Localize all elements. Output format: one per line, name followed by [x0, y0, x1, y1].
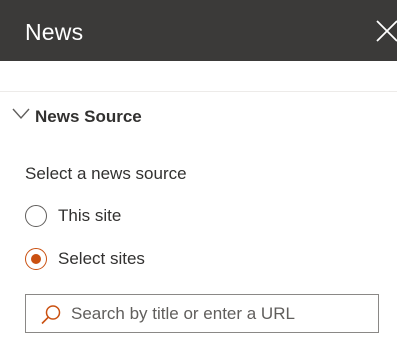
news-source-label: Select a news source	[25, 164, 187, 183]
search-icon	[41, 305, 61, 325]
section-divider	[0, 91, 397, 92]
radio-label-select-sites: Select sites	[58, 249, 145, 268]
radio-selected-dot	[31, 254, 41, 264]
close-icon	[376, 20, 397, 42]
radio-label-this-site: This site	[58, 206, 122, 225]
search-input[interactable]	[71, 295, 371, 332]
news-source-section-toggle[interactable]: News Source	[0, 100, 397, 134]
news-panel: News News Source Select a news source Th…	[0, 0, 397, 343]
section-title: News Source	[35, 107, 142, 126]
panel-header: News	[0, 0, 397, 61]
radio-button-unchecked[interactable]	[25, 205, 47, 227]
chevron-down-icon	[12, 108, 30, 120]
panel-title: News	[25, 19, 84, 45]
search-box[interactable]	[25, 294, 379, 333]
close-button[interactable]	[373, 17, 397, 43]
radio-button-checked[interactable]	[25, 248, 47, 270]
